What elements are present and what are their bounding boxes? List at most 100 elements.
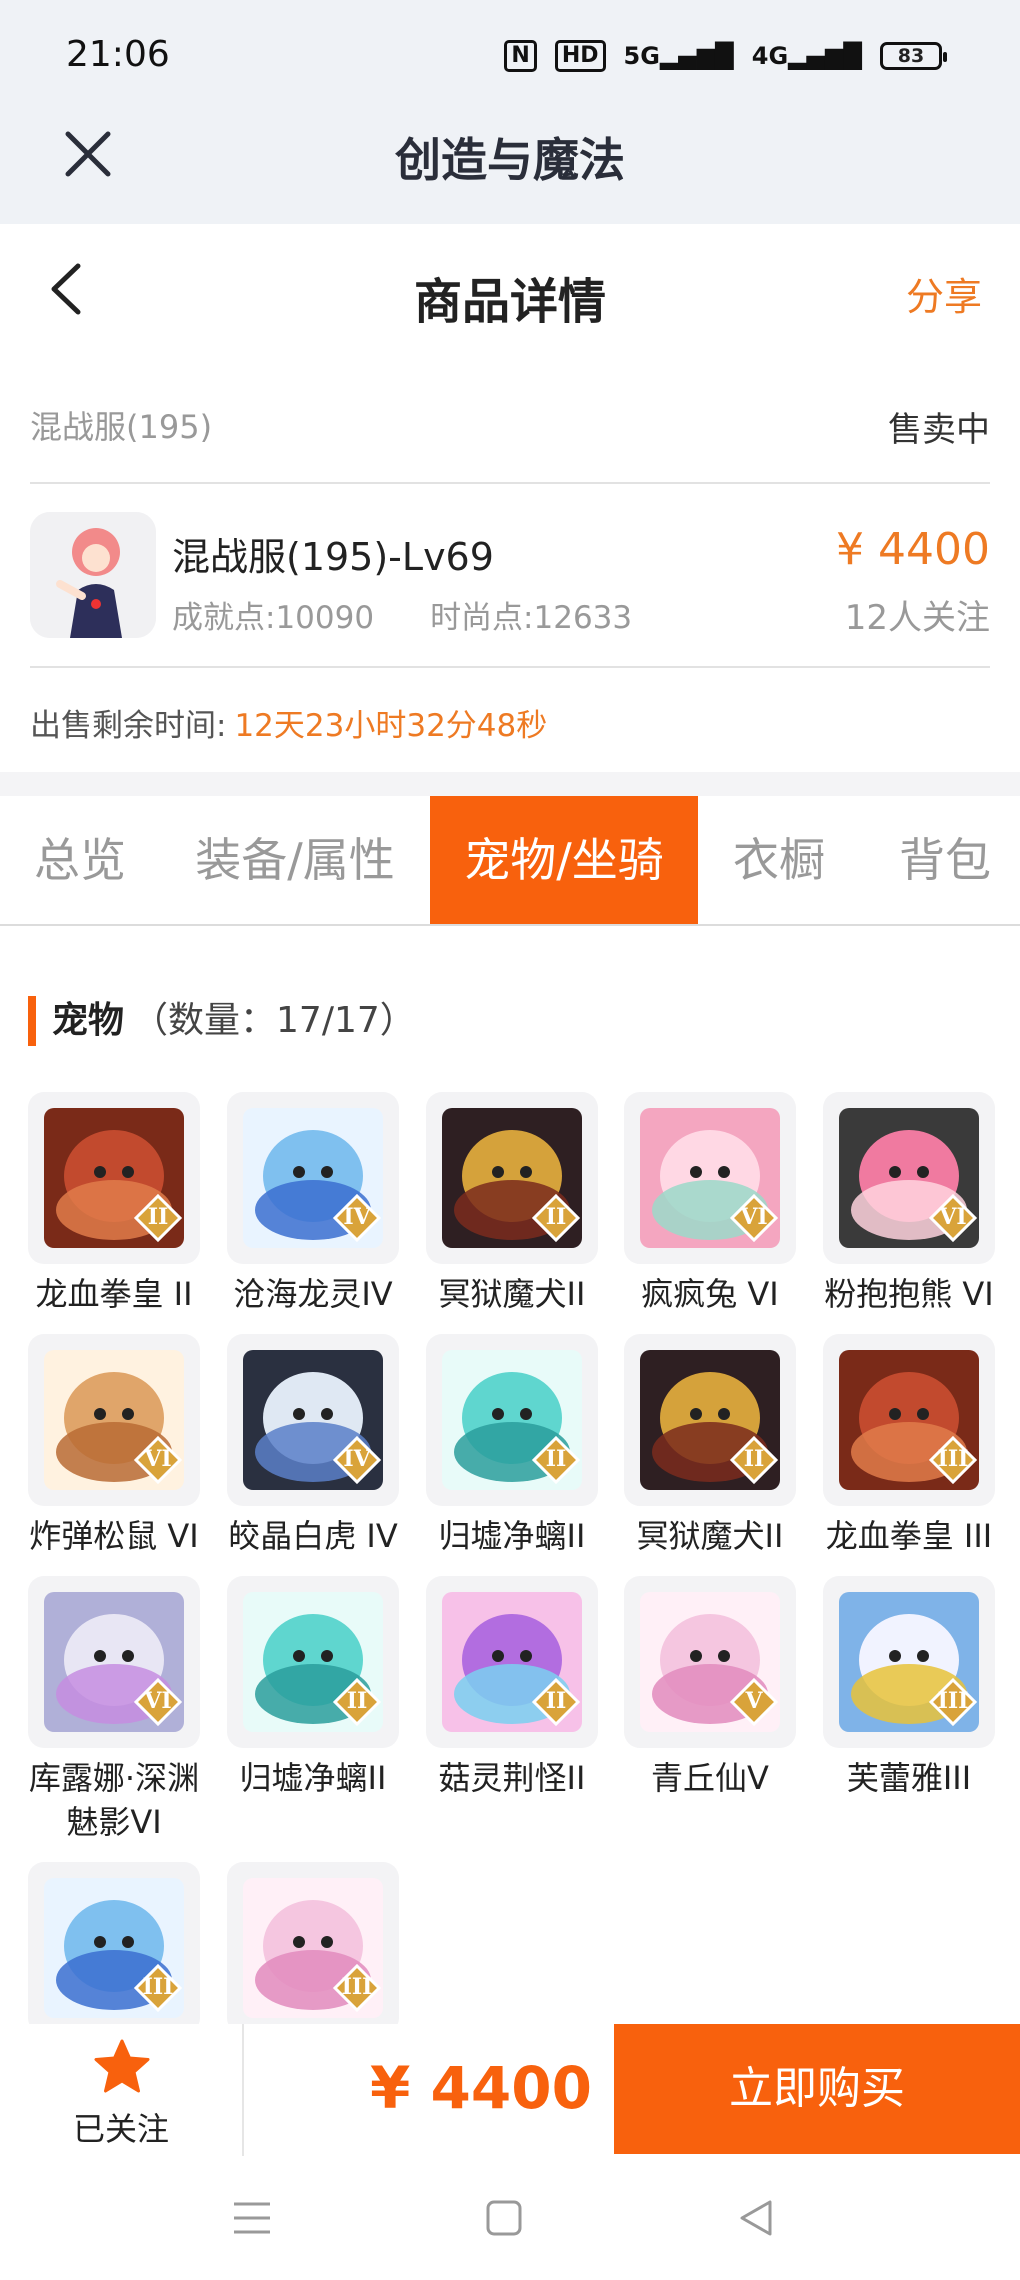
tab-pets-mounts[interactable]: 宠物/坐骑 <box>430 796 698 924</box>
pet-card[interactable]: III <box>28 1862 200 2042</box>
pink-bear-icon: VI <box>823 1092 995 1264</box>
server-name: 混战服(195) <box>30 408 213 446</box>
crystal-tiger-icon: IV <box>227 1334 399 1506</box>
pet-card[interactable]: II 归墟净螭II <box>227 1576 399 1800</box>
fashion-points: 时尚点:12633 <box>430 600 633 636</box>
pet-name: 芙蕾雅III <box>846 1759 972 1797</box>
pet-card[interactable]: II 冥狱魔犬II <box>624 1334 796 1558</box>
pet-card[interactable]: III 龙血拳皇 III <box>823 1334 995 1558</box>
freya-icon: III <box>823 1576 995 1748</box>
pet-card[interactable]: II 龙血拳皇 II <box>28 1092 200 1316</box>
app-title-bar: 创造与魔法 <box>0 110 1020 224</box>
pet-name: 龙血拳皇 III <box>825 1517 993 1555</box>
pet-card[interactable]: VI 疯疯兔 VI <box>624 1092 796 1316</box>
pet-name: 菇灵荆怪II <box>438 1759 586 1797</box>
bomb-squirrel-icon: VI <box>28 1334 200 1506</box>
pet-tier-badge: II <box>545 1446 567 1472</box>
abyss-phantom-icon: VI <box>28 1576 200 1748</box>
pet-card[interactable]: IV 皎晶白虎 IV <box>227 1334 399 1558</box>
pet-name: 沧海龙灵IV <box>233 1275 393 1313</box>
sea-dragon-spirit-icon: III <box>28 1862 200 2034</box>
bottom-price: ¥ 4400 <box>370 2054 592 2122</box>
pet-card[interactable]: VI 炸弹松鼠 VI <box>28 1334 200 1558</box>
pet-tier-badge: II <box>545 1204 567 1230</box>
teal-dragon-icon: II <box>426 1334 598 1506</box>
detail-tabs: 总览 装备/属性 宠物/坐骑 衣橱 背包 <box>0 796 1020 926</box>
nfc-icon: N <box>504 40 537 72</box>
pet-card[interactable]: II 冥狱魔犬II <box>426 1092 598 1316</box>
pet-tier-badge: VI <box>740 1204 768 1230</box>
tab-equipment-attributes[interactable]: 装备/属性 <box>170 796 420 924</box>
time-remaining-value: 12天23小时32分48秒 <box>234 708 548 744</box>
pet-name: 归墟净螭II <box>438 1517 586 1555</box>
status-time: 21:06 <box>66 34 170 75</box>
pet-name: 青丘仙V <box>651 1759 769 1797</box>
time-remaining-label: 出售剩余时间: <box>30 708 227 744</box>
share-button[interactable]: 分享 <box>906 266 982 321</box>
pet-tier-badge: III <box>341 1974 373 2000</box>
pet-name: 龙血拳皇 II <box>35 1275 193 1313</box>
back-icon[interactable] <box>730 2192 782 2244</box>
pet-tier-badge: III <box>142 1974 174 2000</box>
pet-name: 库露娜·深渊魅影VI <box>28 1759 200 1841</box>
crazy-rabbit-icon: VI <box>624 1092 796 1264</box>
pet-tier-badge: VI <box>144 1688 172 1714</box>
buy-now-button[interactable]: 立即购买 <box>614 2024 1020 2154</box>
app-title: 创造与魔法 <box>395 133 625 187</box>
home-icon[interactable] <box>478 2192 530 2244</box>
status-bar: 21:06 N HD 5G▂▄▆█ 4G▂▄▆█ 83 <box>0 0 1020 110</box>
pet-name: 归墟净螭II <box>239 1759 387 1797</box>
star-icon <box>94 2039 150 2093</box>
page-title: 商品详情 <box>413 274 606 330</box>
pet-tier-badge: III <box>937 1446 969 1472</box>
pet-card[interactable]: VI 粉抱抱熊 VI <box>823 1092 995 1316</box>
pet-tier-badge: V <box>745 1688 763 1714</box>
tab-wardrobe[interactable]: 衣橱 <box>704 796 854 924</box>
pet-card[interactable]: III <box>227 1862 399 2042</box>
mushroom-sprite-icon: II <box>426 1576 598 1748</box>
system-nav-bar <box>0 2156 1020 2280</box>
dragon-fist-icon: III <box>823 1334 995 1506</box>
pet-name: 冥狱魔犬II <box>438 1275 586 1313</box>
follow-button[interactable]: 已关注 <box>0 2024 244 2156</box>
pet-card[interactable]: II 归墟净螭II <box>426 1334 598 1558</box>
pet-tier-badge: II <box>346 1688 368 1714</box>
product-stats: 成就点:10090 时尚点:12633 <box>172 592 688 637</box>
pet-tier-badge: IV <box>343 1446 371 1472</box>
character-avatar <box>30 512 156 638</box>
section-title-text: 宠物 <box>52 1000 125 1041</box>
pets-section-title: 宠物 （数量：17/17） <box>28 996 416 1046</box>
pet-name: 皎晶白虎 IV <box>228 1517 398 1555</box>
pet-tier-badge: VI <box>144 1446 172 1472</box>
pet-tier-badge: III <box>937 1688 969 1714</box>
pet-card[interactable]: V 青丘仙V <box>624 1576 796 1800</box>
product-price: ¥ 4400 <box>836 524 990 575</box>
pet-card[interactable]: II 菇灵荆怪II <box>426 1576 598 1800</box>
pet-name: 粉抱抱熊 VI <box>824 1275 994 1313</box>
signal-5g-icon: 5G▂▄▆█ <box>623 42 734 70</box>
hd-icon: HD <box>554 40 606 72</box>
tab-overview[interactable]: 总览 <box>0 796 160 924</box>
teal-dragon-icon: II <box>227 1576 399 1748</box>
status-icons: N HD 5G▂▄▆█ 4G▂▄▆█ 83 <box>504 40 947 72</box>
tab-backpack[interactable]: 背包 <box>870 796 1020 924</box>
pet-name: 冥狱魔犬II <box>636 1517 784 1555</box>
pet-card[interactable]: IV 沧海龙灵IV <box>227 1092 399 1316</box>
pet-card[interactable]: III 芙蕾雅III <box>823 1576 995 1800</box>
sale-status: 售卖中 <box>888 410 990 450</box>
achievement-points: 成就点:10090 <box>172 600 375 636</box>
product-summary: 混战服(195)-Lv69 成就点:10090 时尚点:12633 ¥ 4400 … <box>30 488 990 668</box>
menu-icon[interactable] <box>226 2192 278 2244</box>
pet-tier-badge: II <box>147 1204 169 1230</box>
section-divider <box>0 772 1020 796</box>
hell-hound-icon: II <box>426 1092 598 1264</box>
fox-fairy-icon: III <box>227 1862 399 2034</box>
bottom-action-bar: 已关注 ¥ 4400 立即购买 <box>0 2024 1020 2156</box>
pet-tier-badge: VI <box>939 1204 967 1230</box>
hell-hound-icon: II <box>624 1334 796 1506</box>
follower-count: 12人关注 <box>844 598 990 638</box>
pet-card[interactable]: VI 库露娜·深渊魅影VI <box>28 1576 200 1844</box>
pet-count: （数量：17/17） <box>132 1000 416 1041</box>
battery-icon: 83 <box>880 42 947 70</box>
dragon-fist-icon: II <box>28 1092 200 1264</box>
